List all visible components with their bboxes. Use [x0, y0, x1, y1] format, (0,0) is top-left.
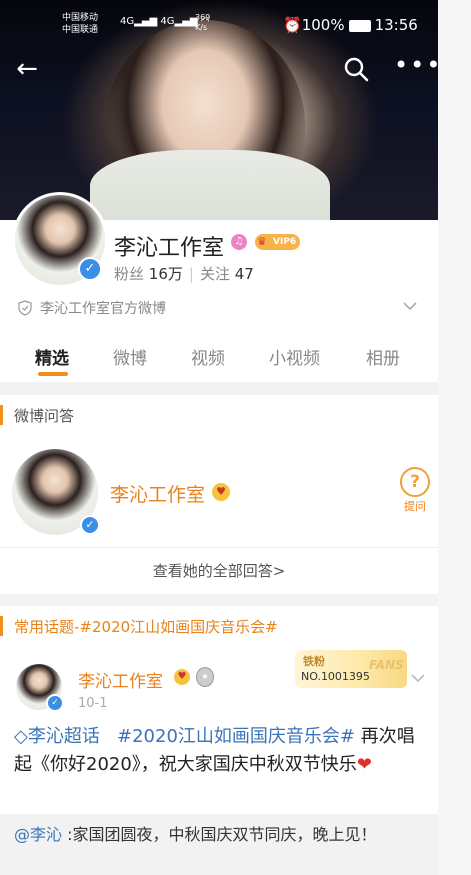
section-title[interactable]: 常用话题-#2020江山如画国庆音乐会# — [14, 616, 278, 637]
tab-album[interactable]: 相册 — [366, 344, 400, 369]
follow-link[interactable]: 关注 47 — [200, 265, 254, 283]
crown-icon: ♛ — [257, 235, 267, 248]
section-title: 微博问答 — [14, 407, 75, 425]
network-speed: 369 K/s — [195, 13, 211, 32]
diamond-icon: ◇ — [14, 726, 28, 747]
profile-screen: 中国移动 中国联通 4G▂▄▆ 4G▂▄▆ ◠ 369 K/s ⏰100% 13:… — [0, 0, 438, 875]
back-arrow-icon[interactable]: ← — [12, 54, 42, 84]
post-text: ◇李沁超话 #2020江山如画国庆音乐会# 再次唱起《你好2020》，祝大家国庆… — [14, 723, 424, 779]
medal-icon[interactable]: ★ — [196, 667, 214, 687]
profile-name: 李沁工作室 — [114, 236, 225, 261]
official-description[interactable]: 李沁工作室官方微博 — [18, 298, 166, 318]
more-icon[interactable]: ••• — [394, 53, 438, 82]
topic-section-header: 常用话题-#2020江山如画国庆音乐会# — [0, 606, 438, 647]
fans-card-badge[interactable]: 铁粉 NO.1001395 FANS — [295, 650, 407, 688]
tab-weibo[interactable]: 微博 — [113, 344, 147, 369]
shield-icon — [18, 300, 32, 316]
search-icon[interactable] — [342, 55, 370, 83]
battery-icon — [348, 19, 371, 32]
heart-icon: ❤ — [356, 754, 372, 775]
member-icon[interactable]: ♫ — [231, 234, 247, 250]
tab-featured[interactable]: 精选 — [35, 344, 69, 369]
heart-eyes-icon: ♥ — [212, 483, 230, 501]
post-author[interactable]: 李沁工作室 — [78, 667, 163, 692]
heart-eyes-icon: ♥ — [174, 669, 190, 685]
tab-short-video[interactable]: 小视频 — [269, 344, 320, 369]
chevron-down-icon[interactable] — [410, 672, 426, 684]
profile-stats: 粉丝 16万 | 关注 47 — [114, 265, 254, 283]
verified-icon: ✓ — [80, 515, 100, 535]
side-margin — [438, 0, 471, 875]
alarm-icon: ⏰ — [283, 16, 302, 34]
chevron-down-icon[interactable] — [402, 300, 418, 312]
status-bar: 中国移动 中国联通 4G▂▄▆ 4G▂▄▆ ◠ 369 K/s ⏰100% 13:… — [0, 12, 438, 38]
carrier-1: 中国移动 — [62, 13, 99, 23]
battery-percent: 100% — [301, 16, 345, 34]
vip-badge[interactable]: ♛ VIP6 — [255, 234, 301, 250]
divider — [0, 382, 438, 395]
supertopic-link[interactable]: ◇李沁超话 — [14, 726, 100, 747]
clock: 13:56 — [374, 16, 418, 34]
hashtag-link[interactable]: #2020江山如画国庆音乐会# — [117, 726, 355, 747]
fans-link[interactable]: 粉丝 16万 — [114, 265, 183, 283]
tab-video[interactable]: 视频 — [191, 344, 225, 369]
mention-link[interactable]: @李沁 — [14, 825, 62, 844]
repost-text: @李沁 :家国团圆夜，中秋国庆双节同庆，晚上见！ — [14, 825, 377, 844]
active-tab-indicator — [38, 372, 68, 376]
verified-icon: ✓ — [78, 257, 102, 281]
qa-section-header: 微博问答 — [0, 395, 438, 436]
verified-icon: ✓ — [46, 694, 64, 712]
question-icon[interactable]: ? — [400, 467, 430, 497]
post-time: 10-1 — [78, 696, 108, 711]
carrier-2: 中国联通 — [62, 25, 99, 35]
qa-name[interactable]: 李沁工作室 — [110, 480, 205, 507]
view-all-answers-button[interactable]: 查看她的全部回答> — [0, 548, 438, 594]
divider — [0, 594, 438, 606]
ask-button-label[interactable]: 提问 — [400, 498, 430, 514]
